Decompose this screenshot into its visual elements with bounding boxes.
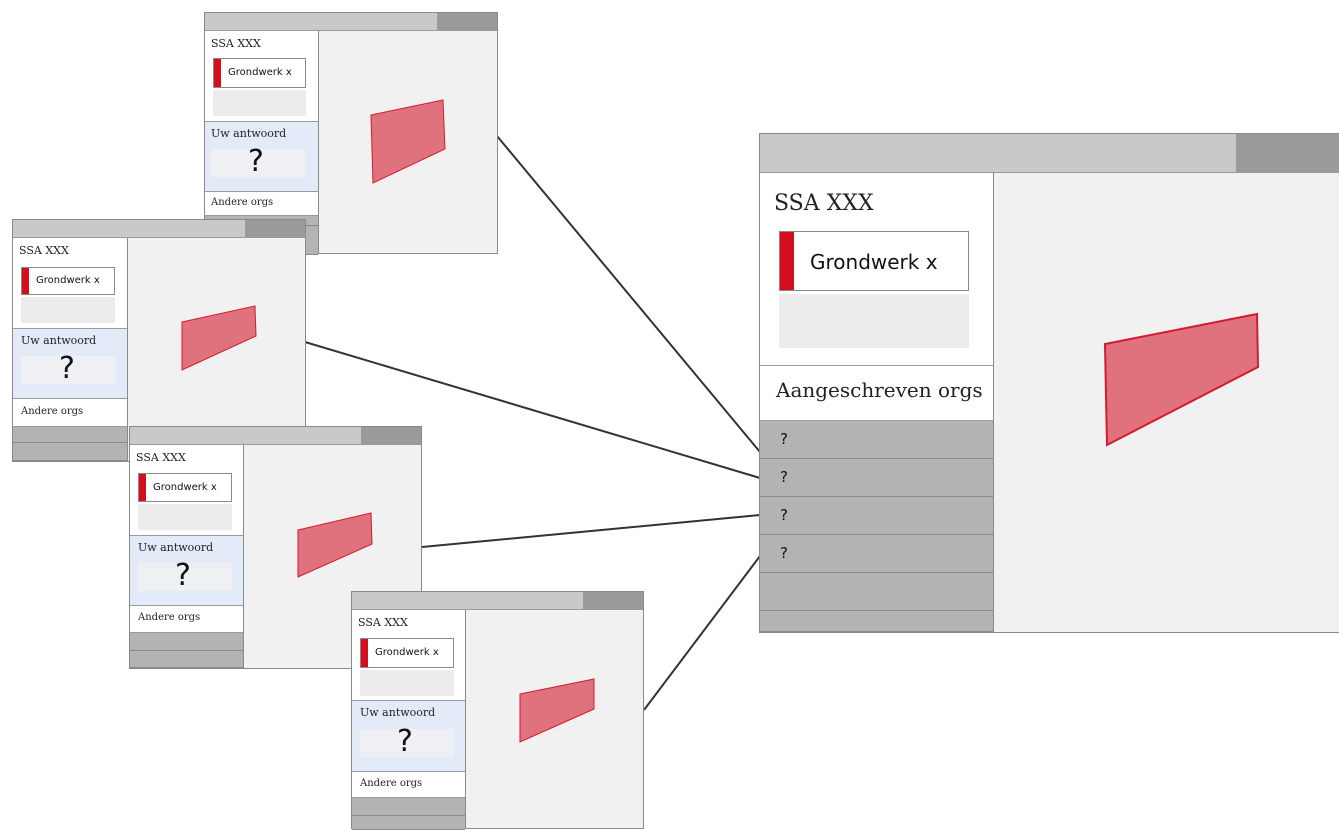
- org-row: [130, 633, 243, 651]
- sidebar: SSA XXX Grondwerk x Uw antwoord ? Andere…: [130, 445, 244, 668]
- window-title: SSA XXX: [19, 244, 69, 257]
- issue-card[interactable]: Grondwerk x: [21, 267, 115, 295]
- window-title: SSA XXX: [358, 616, 408, 629]
- answer-label: Uw antwoord: [360, 706, 436, 719]
- response-row-4[interactable]: ?: [760, 535, 993, 573]
- issue-card[interactable]: Grondwerk x: [138, 473, 232, 502]
- window-controls: [437, 13, 497, 30]
- title-bar: [760, 134, 1339, 173]
- card-accent: [22, 268, 29, 294]
- issue-section: SSA XXX Grondwerk x: [205, 31, 318, 122]
- answer-value: ?: [397, 724, 413, 759]
- window-controls: [583, 592, 643, 609]
- others-label: Andere orgs: [21, 406, 84, 417]
- others-label: Andere orgs: [211, 197, 274, 208]
- issue-card[interactable]: Grondwerk x: [779, 231, 969, 291]
- response-row-empty: [760, 573, 993, 611]
- sidebar: SSA XXX Grondwerk x Aangeschreven orgs ?…: [760, 173, 994, 632]
- participant-window-4: SSA XXX Grondwerk x Uw antwoord ? Andere…: [351, 591, 644, 830]
- response-row-1[interactable]: ?: [760, 421, 993, 459]
- answer-section[interactable]: Uw antwoord ?: [205, 122, 318, 192]
- card-placeholder: [213, 90, 306, 116]
- window-title: SSA XXX: [774, 191, 874, 216]
- response-value: ?: [780, 544, 788, 562]
- card-accent: [361, 639, 368, 667]
- title-bar: [13, 220, 305, 238]
- response-row-2[interactable]: ?: [760, 459, 993, 497]
- others-label: Andere orgs: [138, 612, 201, 623]
- org-row: [13, 443, 127, 461]
- answer-value: ?: [248, 144, 264, 179]
- title-bar: [130, 427, 421, 445]
- response-value: ?: [780, 468, 788, 486]
- response-row-3[interactable]: ?: [760, 497, 993, 535]
- drawn-shape[interactable]: [181, 305, 257, 371]
- card-label: Grondwerk x: [36, 275, 100, 286]
- others-section: Andere orgs: [205, 192, 318, 216]
- others-section: Andere orgs: [352, 772, 465, 798]
- card-accent: [214, 59, 221, 87]
- answer-section[interactable]: Uw antwoord ?: [130, 536, 243, 606]
- org-row: [352, 816, 465, 830]
- org-row: [130, 651, 243, 668]
- answer-label: Uw antwoord: [21, 334, 97, 347]
- card-placeholder: [779, 294, 969, 348]
- drawn-shape[interactable]: [519, 678, 595, 743]
- main-window: SSA XXX Grondwerk x Aangeschreven orgs ?…: [759, 133, 1339, 633]
- answer-section[interactable]: Uw antwoord ?: [352, 701, 465, 772]
- card-label: Grondwerk x: [810, 250, 938, 274]
- others-label: Andere orgs: [360, 778, 423, 789]
- response-value: ?: [780, 430, 788, 448]
- window-controls: [361, 427, 421, 444]
- org-row: [352, 798, 465, 816]
- drawn-shape[interactable]: [1103, 312, 1260, 447]
- issue-section: SSA XXX Grondwerk x: [760, 173, 993, 366]
- window-title: SSA XXX: [136, 451, 186, 464]
- response-value: ?: [780, 506, 788, 524]
- others-section: Andere orgs: [13, 399, 127, 427]
- issue-card[interactable]: Grondwerk x: [213, 58, 306, 88]
- card-accent: [780, 232, 794, 290]
- others-section: Andere orgs: [130, 606, 243, 633]
- sidebar: SSA XXX Grondwerk x Uw antwoord ? Andere…: [13, 238, 128, 461]
- window-controls: [1236, 134, 1339, 172]
- connector-line-1: [496, 135, 761, 453]
- card-placeholder: [138, 504, 232, 530]
- issue-section: SSA XXX Grondwerk x: [352, 610, 465, 701]
- response-row-empty: [760, 611, 993, 632]
- issue-card[interactable]: Grondwerk x: [360, 638, 454, 668]
- card-label: Grondwerk x: [153, 482, 217, 493]
- contacted-orgs-label: Aangeschreven orgs: [776, 378, 983, 402]
- card-placeholder: [360, 670, 454, 696]
- answer-section[interactable]: Uw antwoord ?: [13, 329, 127, 399]
- canvas-area: [519, 678, 595, 743]
- drawn-shape[interactable]: [297, 512, 373, 578]
- canvas-area: [1103, 312, 1260, 447]
- connector-line-4: [643, 555, 761, 711]
- answer-label: Uw antwoord: [211, 127, 287, 140]
- window-title: SSA XXX: [211, 37, 261, 50]
- connector-line-3: [421, 514, 761, 548]
- issue-section: SSA XXX Grondwerk x: [130, 445, 243, 536]
- title-bar: [205, 13, 497, 31]
- drawn-shape[interactable]: [370, 99, 446, 184]
- card-placeholder: [21, 297, 115, 323]
- participant-window-1: SSA XXX Grondwerk x Uw antwoord ? Andere…: [204, 12, 498, 255]
- org-row: [13, 427, 127, 443]
- issue-section: SSA XXX Grondwerk x: [13, 238, 127, 329]
- sidebar: SSA XXX Grondwerk x Uw antwoord ? Andere…: [352, 610, 466, 830]
- window-controls: [245, 220, 305, 237]
- card-accent: [139, 474, 146, 501]
- contacted-orgs-section: Aangeschreven orgs: [760, 366, 993, 421]
- card-label: Grondwerk x: [228, 67, 292, 78]
- card-label: Grondwerk x: [375, 647, 439, 658]
- title-bar: [352, 592, 643, 610]
- canvas-area: [370, 99, 446, 184]
- answer-value: ?: [175, 558, 191, 593]
- answer-label: Uw antwoord: [138, 541, 214, 554]
- answer-value: ?: [59, 351, 75, 386]
